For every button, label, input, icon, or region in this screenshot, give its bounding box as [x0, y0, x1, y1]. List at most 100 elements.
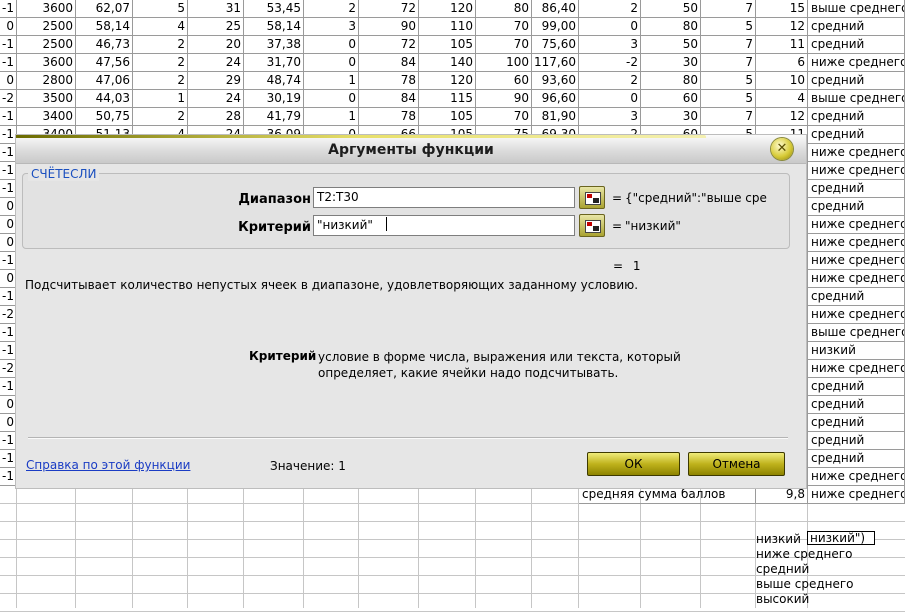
- sheet-cell[interactable]: 28: [188, 108, 244, 126]
- sheet-cell[interactable]: 7: [701, 108, 756, 126]
- sheet-cell[interactable]: 0: [304, 36, 359, 54]
- collapse-dialog-button-criteria[interactable]: [579, 214, 605, 237]
- sheet-cell[interactable]: ниже среднего: [808, 144, 905, 162]
- sheet-cell[interactable]: 44,03: [76, 90, 133, 108]
- sheet-cell[interactable]: ниже среднего: [808, 162, 905, 180]
- sheet-cell[interactable]: 2: [133, 108, 188, 126]
- sheet-cell[interactable]: 2: [133, 72, 188, 90]
- sheet-cell[interactable]: 96,60: [532, 90, 579, 108]
- sheet-cell[interactable]: -2: [579, 54, 641, 72]
- sheet-cell[interactable]: выше среднего: [808, 324, 905, 342]
- sheet-cell[interactable]: -1: [0, 54, 17, 72]
- sheet-cell[interactable]: 75,60: [532, 36, 579, 54]
- sheet-cell[interactable]: 6: [756, 54, 808, 72]
- sheet-cell[interactable]: 3500: [17, 90, 76, 108]
- sheet-cell[interactable]: 3: [579, 108, 641, 126]
- sheet-cell[interactable]: -1: [0, 252, 17, 270]
- sheet-cell[interactable]: 5: [701, 18, 756, 36]
- sheet-cell[interactable]: 58,14: [244, 18, 304, 36]
- sheet-cell[interactable]: 84: [359, 90, 419, 108]
- sheet-cell[interactable]: низкий: [808, 342, 905, 360]
- help-link[interactable]: Справка по этой функции: [26, 458, 190, 472]
- sheet-cell[interactable]: 86,40: [532, 0, 579, 18]
- sheet-cell[interactable]: -1: [0, 126, 17, 144]
- sheet-cell[interactable]: 100: [476, 54, 532, 72]
- sheet-cell[interactable]: 20: [188, 36, 244, 54]
- sheet-cell[interactable]: 2: [579, 72, 641, 90]
- sheet-cell[interactable]: выше среднего: [808, 90, 905, 108]
- sheet-cell[interactable]: 0: [579, 18, 641, 36]
- sheet-cell[interactable]: средний: [808, 414, 905, 432]
- sheet-cell[interactable]: 1: [304, 72, 359, 90]
- sheet-cell[interactable]: 24: [188, 90, 244, 108]
- sheet-cell[interactable]: ниже среднего: [808, 360, 905, 378]
- sheet-cell[interactable]: 24: [188, 54, 244, 72]
- sheet-cell[interactable]: -1: [0, 324, 17, 342]
- sheet-cell[interactable]: 53,45: [244, 0, 304, 18]
- sheet-cell[interactable]: 80: [641, 18, 701, 36]
- sheet-cell[interactable]: 60: [476, 72, 532, 90]
- sheet-cell[interactable]: 0: [579, 90, 641, 108]
- sheet-cell[interactable]: 12: [756, 18, 808, 36]
- sheet-cell[interactable]: 2500: [17, 36, 76, 54]
- sheet-cell[interactable]: ниже среднего: [808, 270, 905, 288]
- sheet-cell[interactable]: 2: [304, 0, 359, 18]
- sheet-cell[interactable]: 50: [641, 36, 701, 54]
- sheet-cell[interactable]: 78: [359, 72, 419, 90]
- sheet-cell[interactable]: 30,19: [244, 90, 304, 108]
- close-icon[interactable]: ✕: [771, 138, 793, 160]
- collapse-dialog-button-range[interactable]: [579, 186, 605, 209]
- sheet-cell[interactable]: 30: [641, 108, 701, 126]
- sheet-cell[interactable]: 0: [304, 54, 359, 72]
- sheet-cell[interactable]: 2500: [17, 18, 76, 36]
- sheet-cell[interactable]: 0: [0, 198, 17, 216]
- sheet-cell[interactable]: -1: [0, 144, 17, 162]
- sheet-cell[interactable]: 2800: [17, 72, 76, 90]
- sheet-cell[interactable]: 0: [0, 234, 17, 252]
- sheet-cell[interactable]: 50,75: [76, 108, 133, 126]
- sheet-cell[interactable]: 3600: [17, 0, 76, 18]
- sheet-cell[interactable]: 0: [0, 216, 17, 234]
- sheet-cell[interactable]: -1: [0, 108, 17, 126]
- ok-button[interactable]: ОК: [587, 452, 680, 476]
- sheet-cell[interactable]: средний: [808, 72, 905, 90]
- sheet-cell[interactable]: средний: [808, 432, 905, 450]
- sheet-cell[interactable]: 29: [188, 72, 244, 90]
- sheet-cell[interactable]: ниже среднего: [756, 547, 856, 562]
- sheet-cell[interactable]: 0: [0, 270, 17, 288]
- sheet-cell[interactable]: ниже среднего: [808, 486, 905, 504]
- dialog-titlebar[interactable]: Аргументы функции ✕: [16, 135, 806, 164]
- sheet-cell[interactable]: ниже среднего: [808, 306, 905, 324]
- sheet-cell[interactable]: 31,70: [244, 54, 304, 72]
- sheet-cell[interactable]: 3: [579, 36, 641, 54]
- sheet-cell[interactable]: -1: [0, 0, 17, 18]
- sheet-cell[interactable]: средний: [808, 378, 905, 396]
- sheet-cell[interactable]: 10: [756, 72, 808, 90]
- sheet-cell[interactable]: 117,60: [532, 54, 579, 72]
- sheet-cell[interactable]: 41,79: [244, 108, 304, 126]
- sheet-cell[interactable]: 31: [188, 0, 244, 18]
- sheet-cell[interactable]: средний: [808, 180, 905, 198]
- sheet-cell[interactable]: 120: [419, 72, 476, 90]
- sheet-cell[interactable]: 60: [641, 90, 701, 108]
- sheet-cell[interactable]: ниже среднего: [808, 252, 905, 270]
- sheet-cell[interactable]: 72: [359, 0, 419, 18]
- sheet-cell[interactable]: ниже среднего: [808, 468, 905, 486]
- cancel-button[interactable]: Отмена: [688, 452, 785, 476]
- sheet-cell[interactable]: 0: [0, 72, 17, 90]
- sheet-cell[interactable]: 0: [0, 18, 17, 36]
- sheet-cell[interactable]: 46,73: [76, 36, 133, 54]
- sheet-cell[interactable]: 5: [701, 90, 756, 108]
- sheet-cell[interactable]: 70: [476, 36, 532, 54]
- range-input[interactable]: T2:T30: [313, 187, 575, 208]
- sheet-cell[interactable]: -1: [0, 432, 17, 450]
- sheet-cell[interactable]: -1: [0, 342, 17, 360]
- sheet-cell[interactable]: 70: [476, 108, 532, 126]
- sheet-cell[interactable]: 50: [641, 0, 701, 18]
- sheet-cell[interactable]: -2: [0, 306, 17, 324]
- sheet-cell[interactable]: средний: [808, 450, 905, 468]
- sheet-cell[interactable]: 80: [641, 72, 701, 90]
- sheet-cell[interactable]: 58,14: [76, 18, 133, 36]
- sheet-cell[interactable]: 12: [756, 108, 808, 126]
- sheet-cell[interactable]: 3400: [17, 108, 76, 126]
